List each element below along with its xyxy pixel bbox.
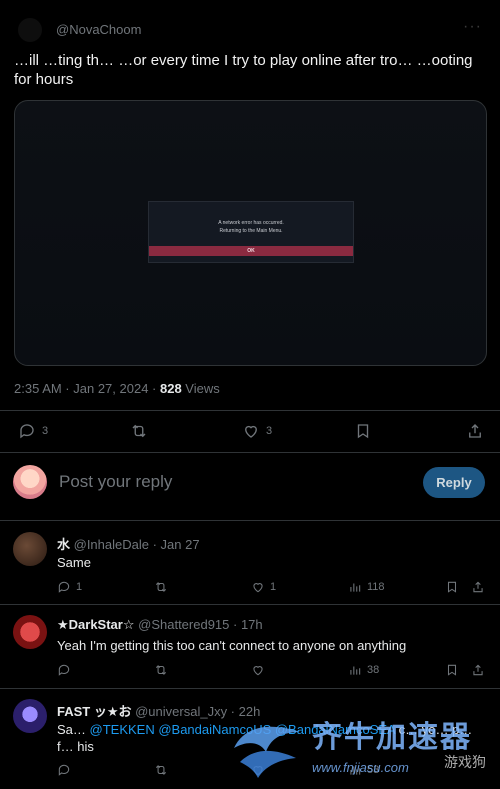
views-action[interactable]: 38: [348, 663, 379, 677]
reply-item[interactable]: ★DarkStar☆ @Shattered915 · 17h Yeah I'm …: [0, 615, 500, 687]
reply-meta: @InhaleDale · Jan 27: [70, 537, 200, 552]
divider: [0, 520, 500, 521]
bookmark-icon: [447, 581, 457, 593]
share-icon: [473, 664, 483, 676]
like-count: 3: [266, 425, 273, 437]
share-icon: [473, 581, 483, 593]
reply-action[interactable]: [57, 663, 71, 677]
reply-action[interactable]: 1: [57, 580, 82, 594]
watermark-sub: 游戏狗: [444, 754, 486, 770]
tweet-media-image[interactable]: A network error has occurred. Returning …: [14, 100, 487, 366]
repost-icon: [155, 765, 167, 775]
dialog-line-1: A network error has occurred.: [218, 220, 284, 226]
divider: [0, 410, 500, 411]
author-handle[interactable]: @NovaChoom: [56, 22, 141, 37]
bar-chart-icon: [350, 666, 361, 675]
reply-text-start: Sa…: [57, 722, 90, 737]
reply-text: Yeah I'm getting this too can't connect …: [57, 638, 407, 653]
reply-icon: [20, 424, 34, 439]
bookmark-icon: [447, 664, 457, 676]
divider: [0, 604, 500, 605]
my-avatar[interactable]: [13, 465, 47, 499]
share-action[interactable]: [471, 663, 485, 677]
reply-count: 1: [76, 581, 83, 593]
views-action[interactable]: 118: [348, 580, 385, 594]
author-avatar[interactable]: [18, 18, 42, 42]
tweet-action-bar: 3 3: [0, 418, 500, 446]
like-action[interactable]: [251, 663, 265, 677]
view-count: 828: [159, 381, 182, 396]
display-name[interactable]: 水: [57, 537, 70, 552]
reply-icon: [58, 581, 70, 593]
reply-composer: Post your reply Reply: [0, 460, 500, 516]
dialog-line-2: Returning to the Main Menu.: [219, 228, 283, 234]
tweet-text: …ill …ting th… …or every time I try to p…: [14, 52, 473, 88]
bookmark-action[interactable]: [445, 580, 459, 594]
reply-text: Same: [57, 555, 91, 570]
like-action[interactable]: 3: [242, 422, 272, 440]
like-count: 1: [270, 581, 277, 593]
display-name[interactable]: FAST ッ★お: [57, 704, 132, 719]
heart-icon: [253, 666, 263, 676]
reply-icon: [58, 664, 70, 676]
share-action[interactable]: [466, 422, 484, 440]
repost-action[interactable]: [130, 422, 148, 440]
reply-action-row: 38: [57, 663, 487, 679]
avatar[interactable]: [13, 532, 47, 566]
repost-action[interactable]: [154, 663, 168, 677]
bull-logo-icon: [234, 726, 300, 778]
view-count: 118: [367, 581, 385, 593]
reply-meta: @Shattered915 · 17h: [134, 617, 263, 632]
reply-action[interactable]: 3: [18, 422, 48, 440]
bar-chart-icon: [350, 583, 361, 592]
reply-icon: [58, 764, 70, 776]
display-name[interactable]: ★DarkStar☆: [57, 617, 135, 632]
reply-button[interactable]: Reply: [423, 467, 485, 498]
dialog-message: A network error has occurred. Returning …: [149, 219, 353, 235]
share-action[interactable]: [471, 580, 485, 594]
repost-icon: [132, 424, 146, 438]
reply-count: 3: [42, 425, 49, 437]
watermark-url: www.fnjiasu.com: [312, 760, 409, 775]
avatar[interactable]: [13, 699, 47, 733]
network-error-dialog: A network error has occurred. Returning …: [148, 201, 354, 263]
bookmark-icon: [357, 424, 369, 439]
watermark-brand: 齐牛加速器: [312, 721, 472, 754]
bookmark-action[interactable]: [445, 663, 459, 677]
reply-input[interactable]: Post your reply: [59, 472, 172, 492]
view-count: 38: [367, 664, 380, 676]
more-options-icon[interactable]: ···: [463, 18, 482, 36]
reply-action-row: 1 1 118: [57, 580, 487, 596]
repost-icon: [155, 665, 167, 675]
views-label: Views: [181, 381, 220, 396]
avatar[interactable]: [13, 615, 47, 649]
divider: [0, 688, 500, 689]
site-watermark: 齐牛加速器 游戏狗 www.fnjiasu.com: [230, 712, 500, 789]
share-icon: [469, 424, 481, 438]
reply-header: 水 @InhaleDale · Jan 27: [57, 534, 200, 553]
repost-icon: [155, 582, 167, 592]
reply-item[interactable]: 水 @InhaleDale · Jan 27 Same 1 1 118: [0, 532, 500, 604]
repost-action[interactable]: [154, 763, 168, 777]
bookmark-action[interactable]: [354, 422, 372, 440]
like-action[interactable]: 1: [251, 580, 276, 594]
reply-header: ★DarkStar☆ @Shattered915 · 17h: [57, 617, 263, 633]
divider: [0, 452, 500, 453]
reply-action[interactable]: [57, 763, 71, 777]
tweet-timestamp[interactable]: 2:35 AM · Jan 27, 2024 ·: [14, 381, 160, 396]
dialog-ok-button: OK: [149, 246, 353, 256]
repost-action[interactable]: [154, 580, 168, 594]
tweet-author-row: @NovaChoom ···: [0, 18, 500, 42]
heart-icon: [253, 583, 263, 593]
heart-icon: [245, 425, 257, 438]
tweet-meta: 2:35 AM · Jan 27, 2024 · 828 Views: [14, 381, 220, 396]
